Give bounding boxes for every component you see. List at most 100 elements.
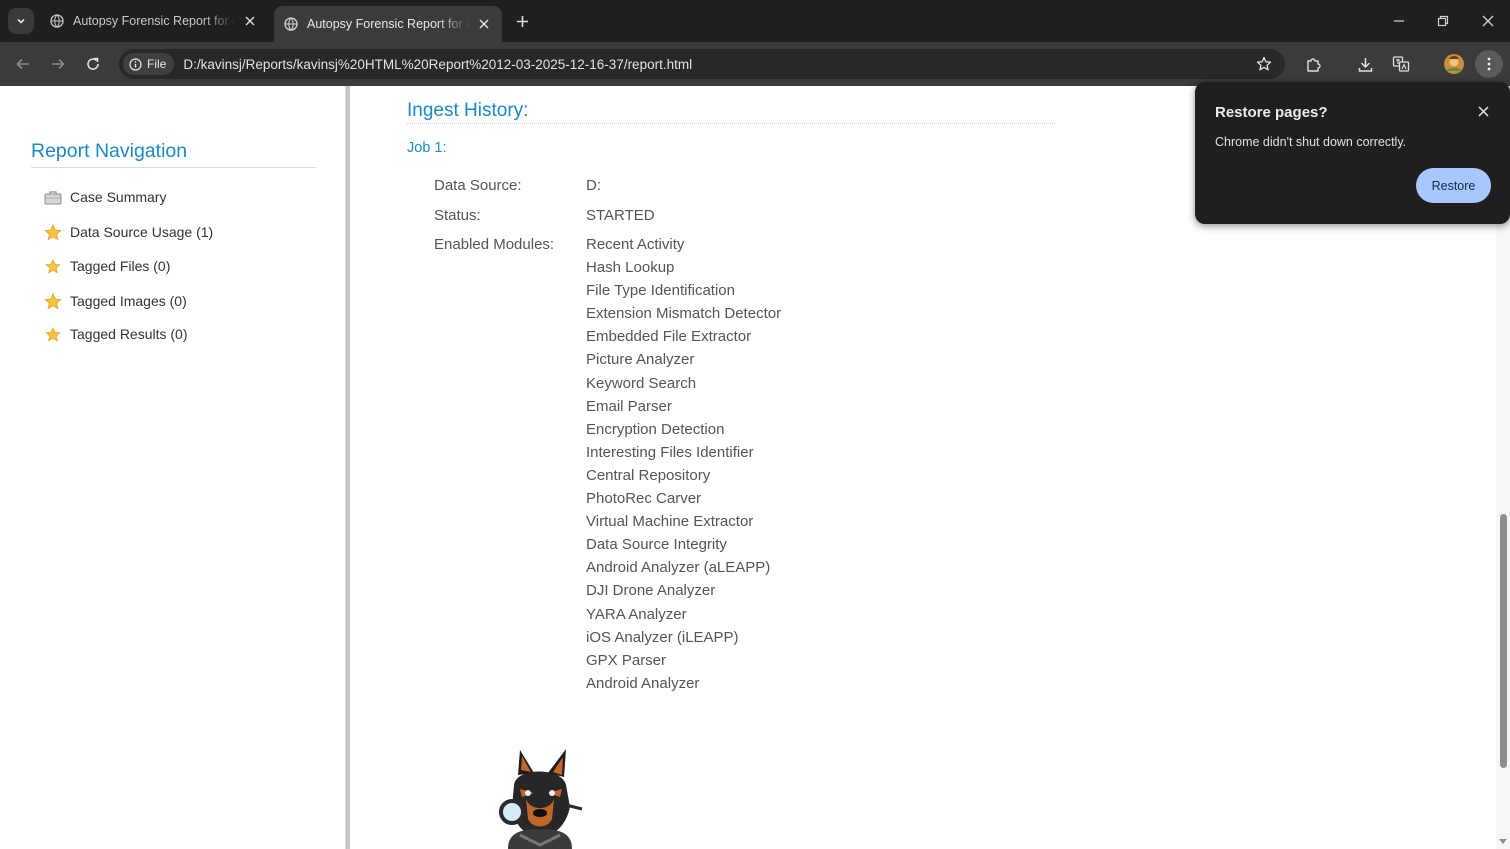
tab-title: Autopsy Forensic Report for case <box>73 14 236 28</box>
data-source-label: Data Source: <box>434 177 522 194</box>
nav-item-label[interactable]: Case Summary <box>70 189 166 205</box>
module-item: Encryption Detection <box>586 420 725 438</box>
heading-rule <box>407 123 1055 124</box>
job-heading: Job 1: <box>407 140 447 156</box>
reload-button[interactable] <box>79 50 107 78</box>
nav-item-label[interactable]: Tagged Files (0) <box>70 258 170 274</box>
new-tab-button[interactable] <box>510 9 534 33</box>
status-label: Status: <box>434 207 481 224</box>
close-window-button[interactable] <box>1466 0 1510 42</box>
status-value: STARTED <box>586 207 655 224</box>
avatar <box>1444 54 1464 74</box>
site-info-chip[interactable]: File <box>123 53 175 75</box>
minimize-button[interactable] <box>1377 0 1421 42</box>
tab-title: Autopsy Forensic Report for case <box>307 17 470 31</box>
nav-item-data-source-usage[interactable]: Data Source Usage (1) <box>44 223 213 240</box>
dialog-close-button[interactable] <box>1474 102 1492 120</box>
module-item: Android Analyzer <box>586 674 700 692</box>
forward-button[interactable] <box>44 50 72 78</box>
module-item: Keyword Search <box>586 374 697 392</box>
nav-item-tagged-results[interactable]: Tagged Results (0) <box>44 326 188 342</box>
download-icon <box>1358 57 1372 72</box>
browser-tab[interactable]: Autopsy Forensic Report for case <box>40 6 268 36</box>
forward-arrow-icon <box>52 58 65 70</box>
browser-menu-button[interactable] <box>1475 50 1503 78</box>
globe-icon <box>284 17 298 31</box>
data-source-value: D: <box>586 177 601 194</box>
module-item: Virtual Machine Extractor <box>586 513 754 531</box>
bookmark-button[interactable] <box>1250 50 1278 78</box>
nav-item-case-summary[interactable]: Case Summary <box>44 189 166 205</box>
nav-item-tagged-images[interactable]: Tagged Images (0) <box>44 292 187 309</box>
translate-button[interactable] <box>1387 50 1415 78</box>
tab-strip: Autopsy Forensic Report for case Autopsy… <box>0 0 1510 42</box>
close-icon <box>1482 15 1494 27</box>
globe-icon <box>50 14 64 28</box>
dialog-message: Chrome didn't shut down correctly. <box>1215 135 1407 149</box>
briefcase-icon <box>44 189 62 205</box>
restore-window-button[interactable] <box>1421 0 1465 42</box>
module-item: Android Analyzer (aLEAPP) <box>586 559 771 577</box>
report-navigation-title: Report Navigation <box>31 140 188 162</box>
nav-item-label[interactable]: Tagged Results (0) <box>70 326 188 342</box>
enabled-modules-list: Recent Activity Hash Lookup File Type Id… <box>586 236 781 698</box>
star-icon <box>44 223 62 240</box>
back-button[interactable] <box>9 50 37 78</box>
restore-button[interactable]: Restore <box>1416 168 1491 203</box>
autopsy-logo <box>499 749 583 849</box>
translate-icon <box>1392 56 1410 72</box>
star-icon <box>44 258 62 274</box>
module-item: Embedded File Extractor <box>586 328 752 346</box>
module-item: GPX Parser <box>586 651 667 669</box>
nav-item-label[interactable]: Tagged Images (0) <box>70 293 187 309</box>
profile-avatar[interactable] <box>1440 50 1468 78</box>
module-item: Recent Activity <box>586 236 685 253</box>
module-item: Extension Mismatch Detector <box>586 305 782 323</box>
star-icon <box>44 292 62 309</box>
module-item: Central Repository <box>586 466 711 484</box>
restore-pages-dialog: Restore pages? Chrome didn't shut down c… <box>1195 82 1510 224</box>
module-item: Hash Lookup <box>586 259 675 277</box>
url-scheme-label: File <box>147 57 167 71</box>
chevron-down-icon <box>17 18 25 24</box>
reload-icon <box>87 57 99 70</box>
nav-item-label[interactable]: Data Source Usage (1) <box>70 224 213 240</box>
close-tab-button[interactable] <box>242 13 258 29</box>
star-icon <box>44 326 62 342</box>
nav-title-rule <box>31 167 316 168</box>
close-tab-button[interactable] <box>476 16 492 32</box>
plus-icon <box>516 15 528 27</box>
downloads-button[interactable] <box>1351 50 1379 78</box>
module-item: Data Source Integrity <box>586 536 727 554</box>
module-item: PhotoRec Carver <box>586 490 702 508</box>
address-bar[interactable]: File D:/kavinsj/Reports/kavinsj%20HTML%2… <box>119 49 1285 79</box>
ingest-history-heading: Ingest History: <box>407 100 529 121</box>
nav-item-tagged-files[interactable]: Tagged Files (0) <box>44 258 170 274</box>
close-icon <box>245 16 255 26</box>
close-icon <box>479 19 489 29</box>
dialog-title: Restore pages? <box>1215 104 1328 121</box>
module-item: YARA Analyzer <box>586 605 687 623</box>
module-item: File Type Identification <box>586 282 735 300</box>
browser-toolbar: File D:/kavinsj/Reports/kavinsj%20HTML%2… <box>0 42 1510 114</box>
back-arrow-icon <box>16 58 29 70</box>
extensions-icon <box>1306 57 1321 72</box>
scrollbar-thumb[interactable] <box>1500 514 1507 768</box>
info-icon <box>129 57 142 71</box>
close-icon <box>1477 105 1489 117</box>
minimize-icon <box>1394 20 1404 22</box>
enabled-modules-label: Enabled Modules: <box>434 236 555 253</box>
star-icon <box>1256 56 1272 71</box>
module-item: Email Parser <box>586 397 672 415</box>
chevron-down-icon[interactable] <box>1498 836 1508 846</box>
tab-search-button[interactable] <box>8 8 34 34</box>
kebab-menu-icon <box>1487 57 1491 71</box>
module-item: Picture Analyzer <box>586 351 695 369</box>
restore-window-icon <box>1437 15 1449 27</box>
extensions-button[interactable] <box>1299 50 1327 78</box>
module-item: Interesting Files Identifier <box>586 443 754 461</box>
module-item: DJI Drone Analyzer <box>586 582 716 600</box>
module-item: iOS Analyzer (iLEAPP) <box>586 628 739 646</box>
browser-tab-active[interactable]: Autopsy Forensic Report for case <box>274 6 502 42</box>
url-text[interactable]: D:/kavinsj/Reports/kavinsj%20HTML%20Repo… <box>183 57 692 72</box>
